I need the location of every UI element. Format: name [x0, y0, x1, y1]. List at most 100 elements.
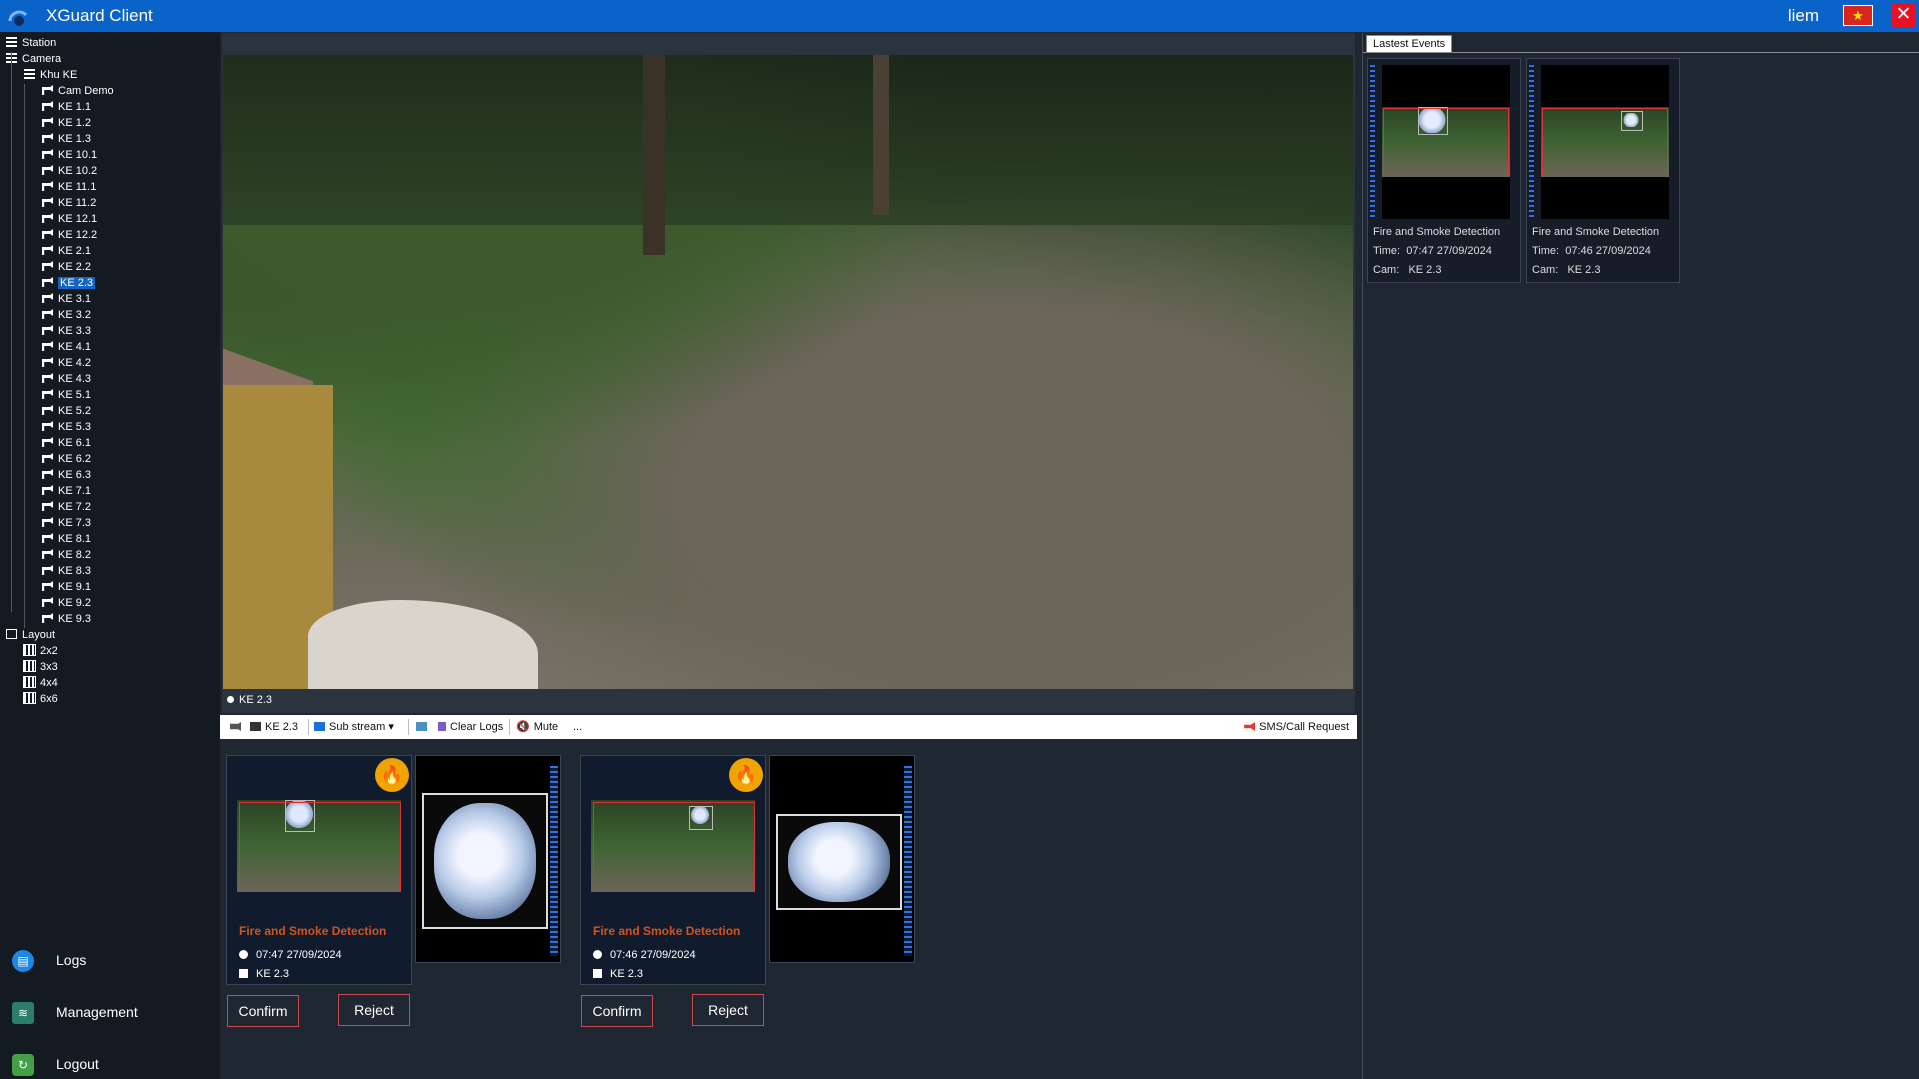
snapshot-button[interactable]	[416, 715, 431, 739]
alert-card[interactable]: 🔥 Fire and Smoke Detection 07:46 27/09/2…	[580, 755, 766, 985]
alert-camera-label: KE 2.3	[256, 968, 290, 980]
camera-icon	[42, 437, 53, 447]
tree-item-label: KE 3.3	[58, 325, 92, 337]
tab-latest-events[interactable]: Lastest Events	[1366, 35, 1453, 53]
tree-item-camera-node[interactable]: KE 9.1	[42, 580, 91, 595]
tree-item-camera-node[interactable]: KE 1.2	[42, 116, 91, 131]
event-card[interactable]: Fire and Smoke Detection Time: 07:46 27/…	[1526, 58, 1680, 283]
tree-item-label: 3x3	[40, 661, 58, 673]
nav-logs[interactable]: ▤ Logs	[12, 945, 86, 975]
app-title: XGuard Client	[46, 6, 153, 25]
camera-icon	[42, 405, 53, 415]
mute-label: Mute	[533, 721, 559, 733]
alert-title: Fire and Smoke Detection	[593, 924, 741, 938]
tree-item-camera-node[interactable]: KE 7.2	[42, 500, 91, 515]
crop-scrollbar[interactable]	[904, 766, 912, 956]
tree-item-label: KE 11.1	[58, 181, 97, 193]
tree-item-camera-node[interactable]: KE 8.3	[42, 564, 91, 579]
tree-item-camera-node[interactable]: KE 9.2	[42, 596, 91, 611]
alert-crop[interactable]	[769, 755, 915, 963]
tree-item-label: KE 2.3	[58, 277, 96, 289]
tree-item-label: KE 7.2	[58, 501, 92, 513]
tree-item-label: KE 8.3	[58, 565, 92, 577]
tree-item-camera-node[interactable]: KE 3.2	[42, 308, 91, 323]
tree-item-camera-node[interactable]: KE 8.2	[42, 548, 91, 563]
confirm-button[interactable]: Confirm	[227, 995, 299, 1027]
tree-item-camera-node[interactable]: KE 11.1	[42, 180, 96, 195]
confirm-button[interactable]: Confirm	[581, 995, 653, 1027]
event-time: Time: 07:46 27/09/2024	[1532, 245, 1651, 257]
tree-item-layout-option[interactable]: 3x3	[23, 660, 58, 675]
event-card[interactable]: Fire and Smoke Detection Time: 07:47 27/…	[1367, 58, 1521, 283]
alert-crop[interactable]	[415, 755, 561, 963]
tree-item-layout-option[interactable]: 4x4	[23, 676, 58, 691]
event-cam-key: Cam:	[1532, 264, 1559, 276]
tree-item-camera-node[interactable]: KE 3.1	[42, 292, 91, 307]
tree-item-camera[interactable]: Camera	[6, 52, 61, 67]
crop-scrollbar[interactable]	[550, 766, 558, 956]
alert-title: Fire and Smoke Detection	[239, 924, 387, 938]
camera-icon	[42, 533, 53, 543]
reject-button[interactable]: Reject	[338, 994, 410, 1026]
close-button[interactable]: ✕	[1892, 4, 1915, 27]
tree-item-layout-option[interactable]: 6x6	[23, 692, 58, 707]
tree-item-label: KE 7.3	[58, 517, 92, 529]
camera-icon	[42, 181, 53, 191]
tree-item-label: KE 2.1	[58, 245, 92, 257]
tree-item-camera-node[interactable]: KE 5.3	[42, 420, 91, 435]
toolbar-camera[interactable]	[230, 715, 245, 739]
tree-item-camera-node[interactable]: KE 10.1	[42, 148, 97, 163]
alert-card[interactable]: 🔥 Fire and Smoke Detection 07:47 27/09/2…	[226, 755, 412, 985]
tree-item-camera-node[interactable]: KE 6.1	[42, 436, 91, 451]
grid-icon	[23, 676, 36, 688]
stream-dropdown[interactable]: Sub stream ▾	[314, 715, 394, 739]
tree-item-camera-node[interactable]: KE 2.3	[42, 276, 96, 291]
mute-button[interactable]: 🔇 Mute	[516, 715, 558, 739]
camera-feed[interactable]	[223, 55, 1353, 689]
logs-icon: ▤	[12, 950, 34, 973]
tree-item-camera-node[interactable]: KE 12.1	[42, 212, 97, 227]
tree-item-area[interactable]: Khu KE	[24, 68, 77, 83]
tree-item-camera-node[interactable]: KE 2.2	[42, 260, 91, 275]
tree-item-camera-node[interactable]: KE 6.2	[42, 452, 91, 467]
tree-item-camera-node[interactable]: KE 11.2	[42, 196, 96, 211]
alert-camera: KE 2.3	[593, 968, 643, 980]
tree-item-label: KE 8.1	[58, 533, 92, 545]
tree-item-camera-node[interactable]: KE 5.1	[42, 388, 91, 403]
nav-management[interactable]: ≋ Management	[12, 997, 138, 1027]
tree-item-camera-node[interactable]: KE 4.2	[42, 356, 91, 371]
tree-item-camera-node[interactable]: KE 2.1	[42, 244, 91, 259]
camera-icon	[42, 165, 53, 175]
tree-item-camera-node[interactable]: KE 1.1	[42, 100, 91, 115]
reject-button[interactable]: Reject	[692, 994, 764, 1026]
tree-item-layout-option[interactable]: 2x2	[23, 644, 58, 659]
camera-icon	[42, 197, 53, 207]
tree-item-camera-node[interactable]: KE 10.2	[42, 164, 97, 179]
video-toolbar: KE 2.3 Sub stream ▾ Clear Logs 🔇 Mute ...…	[220, 715, 1357, 739]
more-button[interactable]: ...	[573, 715, 582, 739]
tree-item-camera-node[interactable]: KE 7.1	[42, 484, 91, 499]
nav-logout[interactable]: ↻ Logout	[12, 1049, 99, 1079]
tree-item-camera-node[interactable]: KE 6.3	[42, 468, 91, 483]
tree-item-label: KE 8.2	[58, 549, 92, 561]
camera-caption: KE 2.3	[227, 694, 272, 706]
clear-logs-button[interactable]: Clear Logs	[438, 715, 503, 739]
tree-item-camera-node[interactable]: KE 8.1	[42, 532, 91, 547]
language-flag-icon[interactable]: ★	[1843, 5, 1873, 26]
tree-item-station[interactable]: Station	[6, 36, 56, 51]
camera-icon	[42, 261, 53, 271]
tree-item-camera-node[interactable]: Cam Demo	[42, 84, 114, 99]
tree-item-camera-node[interactable]: KE 4.1	[42, 340, 91, 355]
tree-item-label: KE 6.3	[58, 469, 92, 481]
tree-item-camera-node[interactable]: KE 9.3	[42, 612, 91, 627]
tree-item-camera-node[interactable]: KE 3.3	[42, 324, 91, 339]
tree-item-layout[interactable]: Layout	[6, 628, 55, 643]
tree-item-camera-node[interactable]: KE 7.3	[42, 516, 91, 531]
tree-item-camera-node[interactable]: KE 5.2	[42, 404, 91, 419]
sms-call-request-button[interactable]: SMS/Call Request	[1244, 715, 1349, 739]
tree-item-camera-node[interactable]: KE 12.2	[42, 228, 97, 243]
toolbar-camera-select[interactable]: KE 2.3	[250, 715, 298, 739]
tree-item-camera-node[interactable]: KE 4.3	[42, 372, 91, 387]
user-name[interactable]: liem	[1788, 6, 1819, 26]
tree-item-camera-node[interactable]: KE 1.3	[42, 132, 91, 147]
